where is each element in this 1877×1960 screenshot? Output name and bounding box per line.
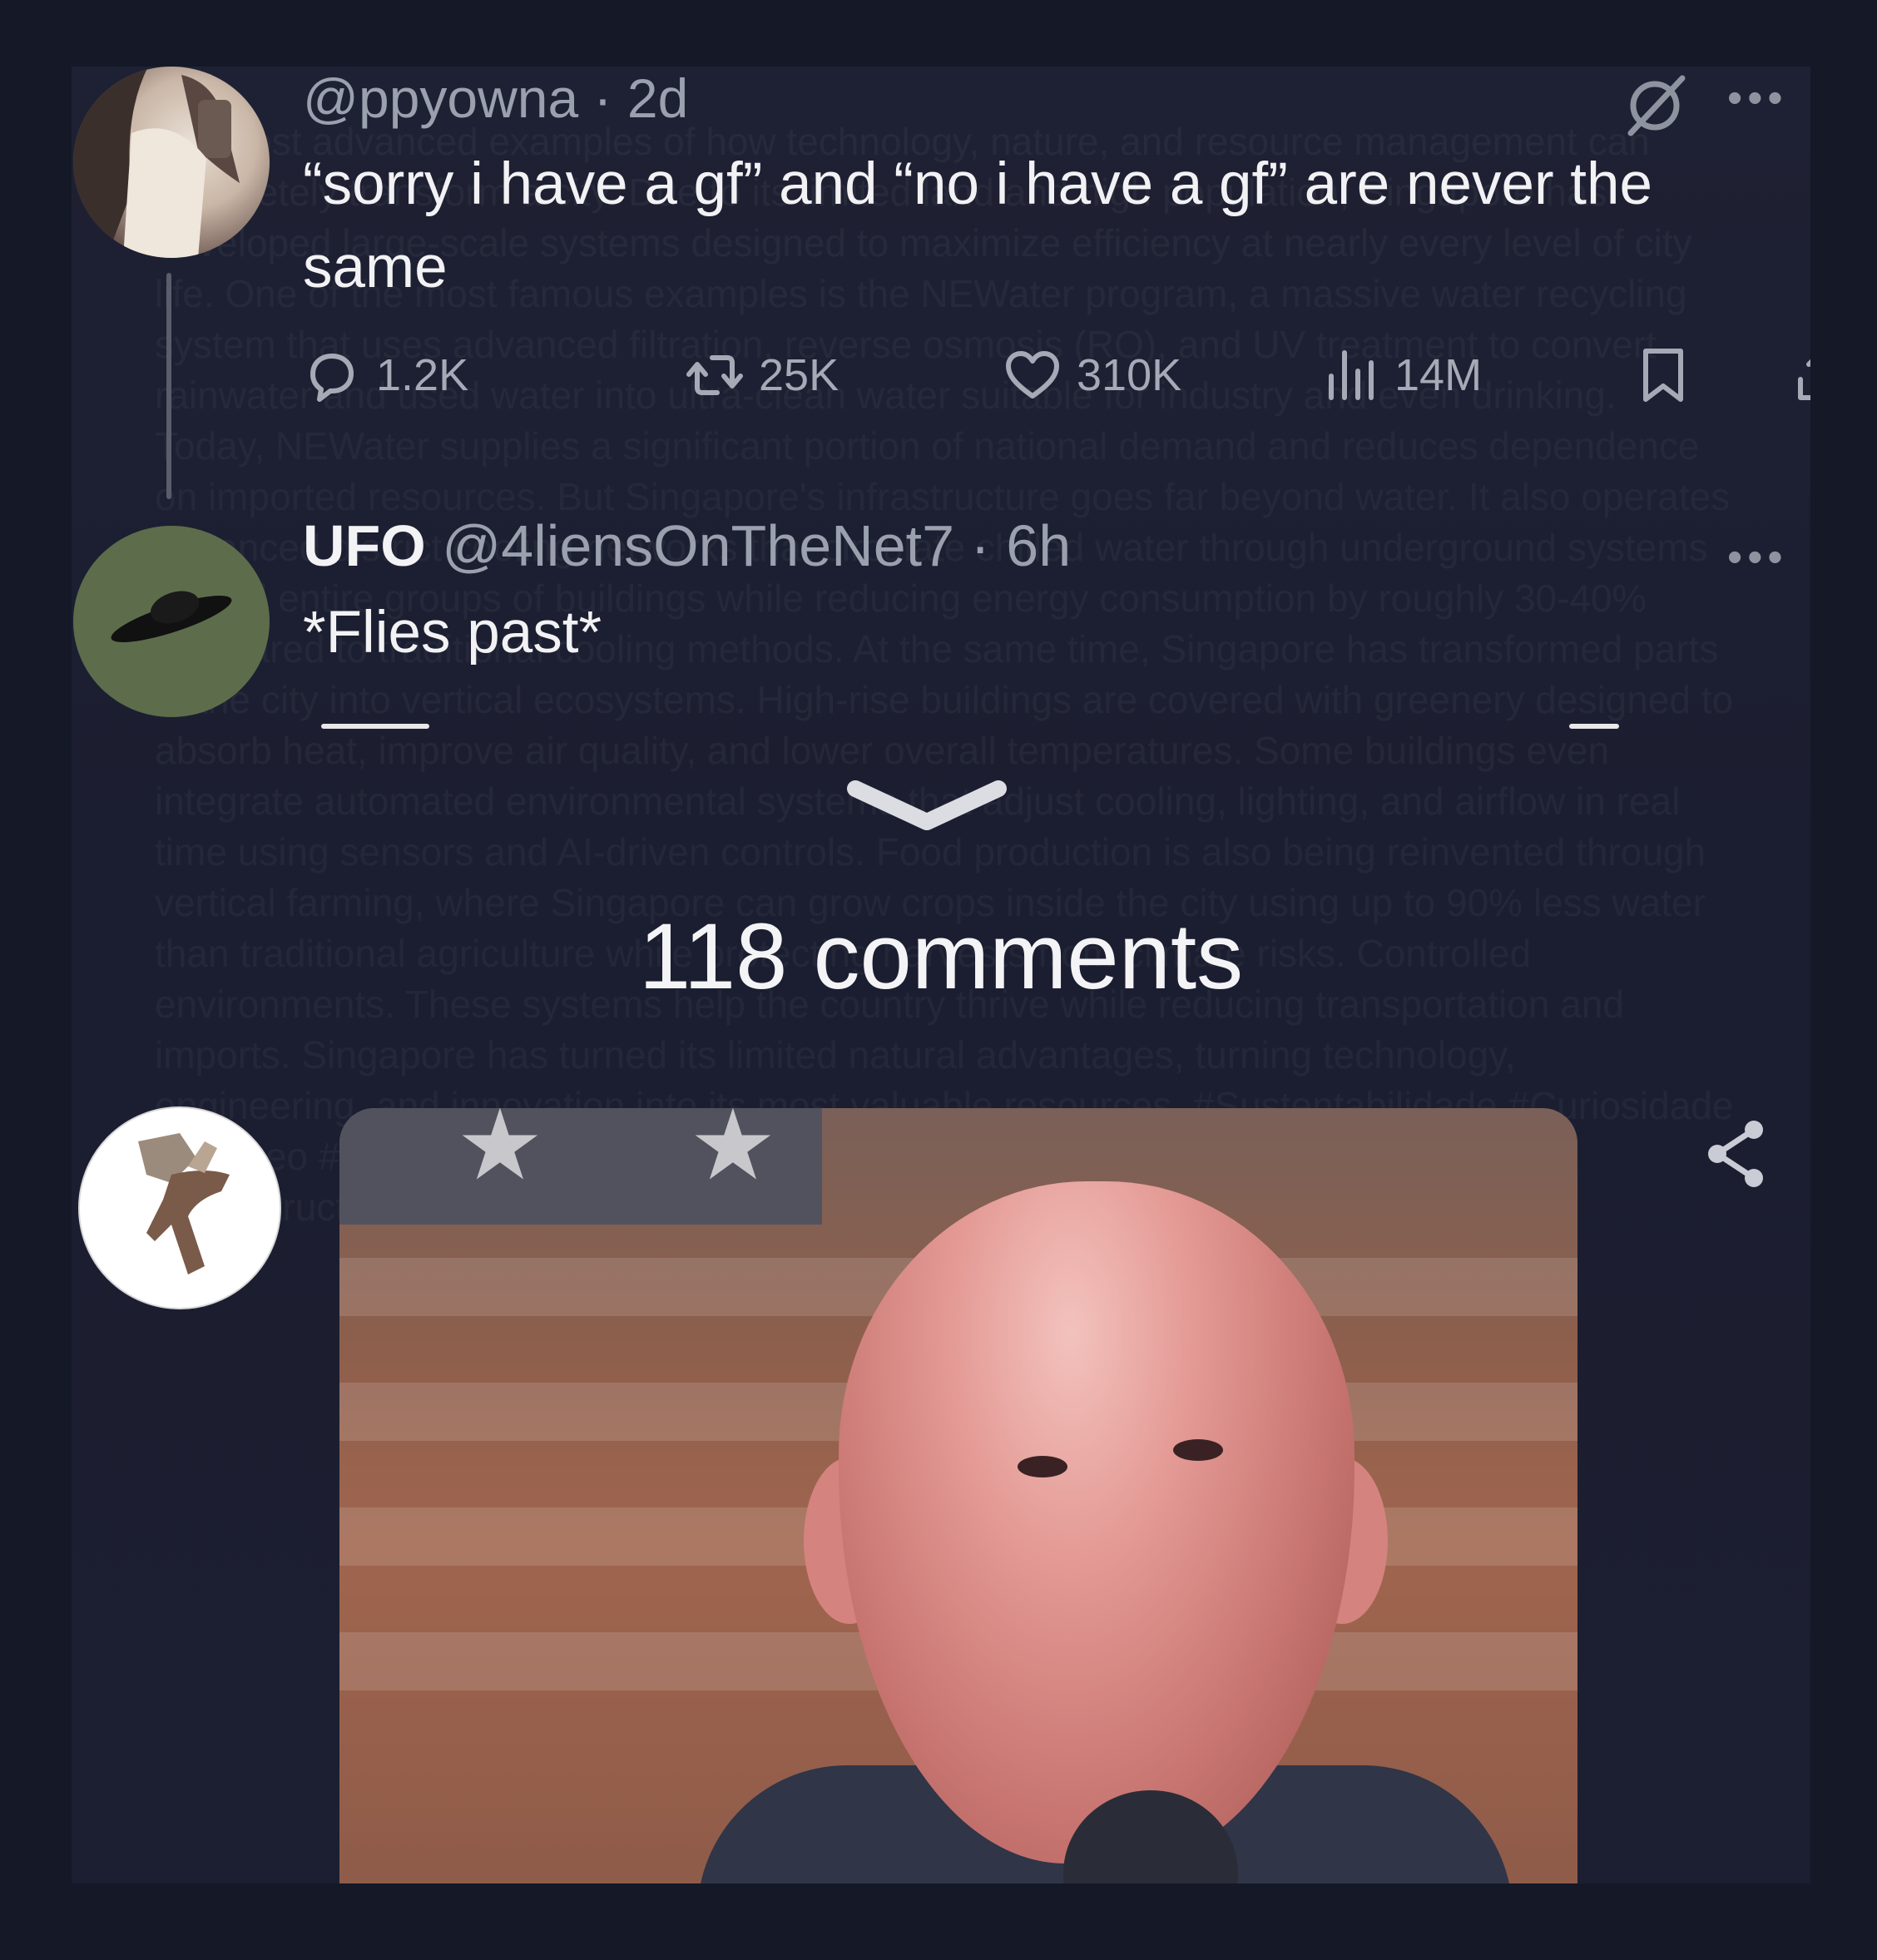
avatar[interactable] — [73, 67, 270, 258]
share-icon[interactable] — [1704, 1116, 1771, 1191]
thread-line — [166, 273, 171, 499]
cropped-edge — [321, 724, 429, 729]
views-button[interactable]: 14M — [1321, 338, 1482, 413]
star-icon: ★ — [456, 1108, 544, 1200]
tweet-time[interactable]: 2d — [627, 67, 688, 129]
avatar[interactable] — [78, 1106, 281, 1309]
grok-icon[interactable] — [1619, 70, 1691, 141]
reply-button[interactable]: 1.2K — [303, 338, 468, 413]
person-eye — [1173, 1439, 1223, 1461]
tweet-handle[interactable]: @ppyowna — [303, 67, 578, 129]
avatar-figure — [138, 1133, 230, 1274]
repost-count: 25K — [759, 350, 839, 400]
person-eye — [1018, 1456, 1067, 1477]
reply-count: 1.2K — [376, 350, 469, 400]
chevron-down-icon[interactable] — [844, 774, 1010, 840]
ellipsis-icon[interactable]: ••• — [1727, 532, 1788, 582]
tweet-actions: 1.2K 25K 310K 14M — [303, 338, 1810, 413]
star-icon: ★ — [689, 1108, 777, 1200]
ufo-icon — [111, 591, 232, 642]
separator-dot: · — [954, 513, 1007, 578]
video-thumbnail[interactable]: ★ ★ — [339, 1108, 1577, 1883]
share-button[interactable] — [1792, 338, 1810, 413]
ellipsis-icon[interactable]: ••• — [1727, 73, 1788, 123]
like-count: 310K — [1077, 350, 1182, 400]
reply-header: UFO @4liensOnTheNet7 · 6h — [303, 512, 1071, 579]
upload-icon — [1798, 359, 1810, 400]
reply-text: *Flies past* — [303, 600, 602, 666]
avatar-photo — [73, 67, 240, 258]
tweet-text: “sorry i have a gf” and “no i have a gf”… — [303, 151, 1653, 300]
reply-display-name[interactable]: UFO — [303, 513, 426, 578]
bookmark-icon — [1643, 349, 1683, 402]
comments-count-title: 118 comments — [638, 904, 1244, 1008]
separator-dot: · — [578, 67, 627, 129]
cropped-edge — [1569, 724, 1619, 729]
avatar[interactable] — [73, 526, 270, 717]
repost-icon — [686, 355, 743, 395]
reply-time[interactable]: 6h — [1006, 513, 1071, 578]
reply-icon — [310, 354, 354, 402]
tweet-meta: @ppyowna · 2d — [303, 67, 688, 130]
bookmark-button[interactable] — [1634, 338, 1692, 413]
reply-handle[interactable]: @4liensOnTheNet7 — [442, 513, 954, 578]
repost-button[interactable]: 25K — [686, 338, 839, 413]
person-head — [839, 1181, 1355, 1863]
views-count: 14M — [1394, 350, 1483, 400]
like-button[interactable]: 310K — [1003, 338, 1181, 413]
views-icon — [1329, 350, 1374, 400]
heart-icon — [1006, 351, 1059, 398]
screenshot-frame: the most advanced examples of how techno… — [72, 67, 1810, 1883]
